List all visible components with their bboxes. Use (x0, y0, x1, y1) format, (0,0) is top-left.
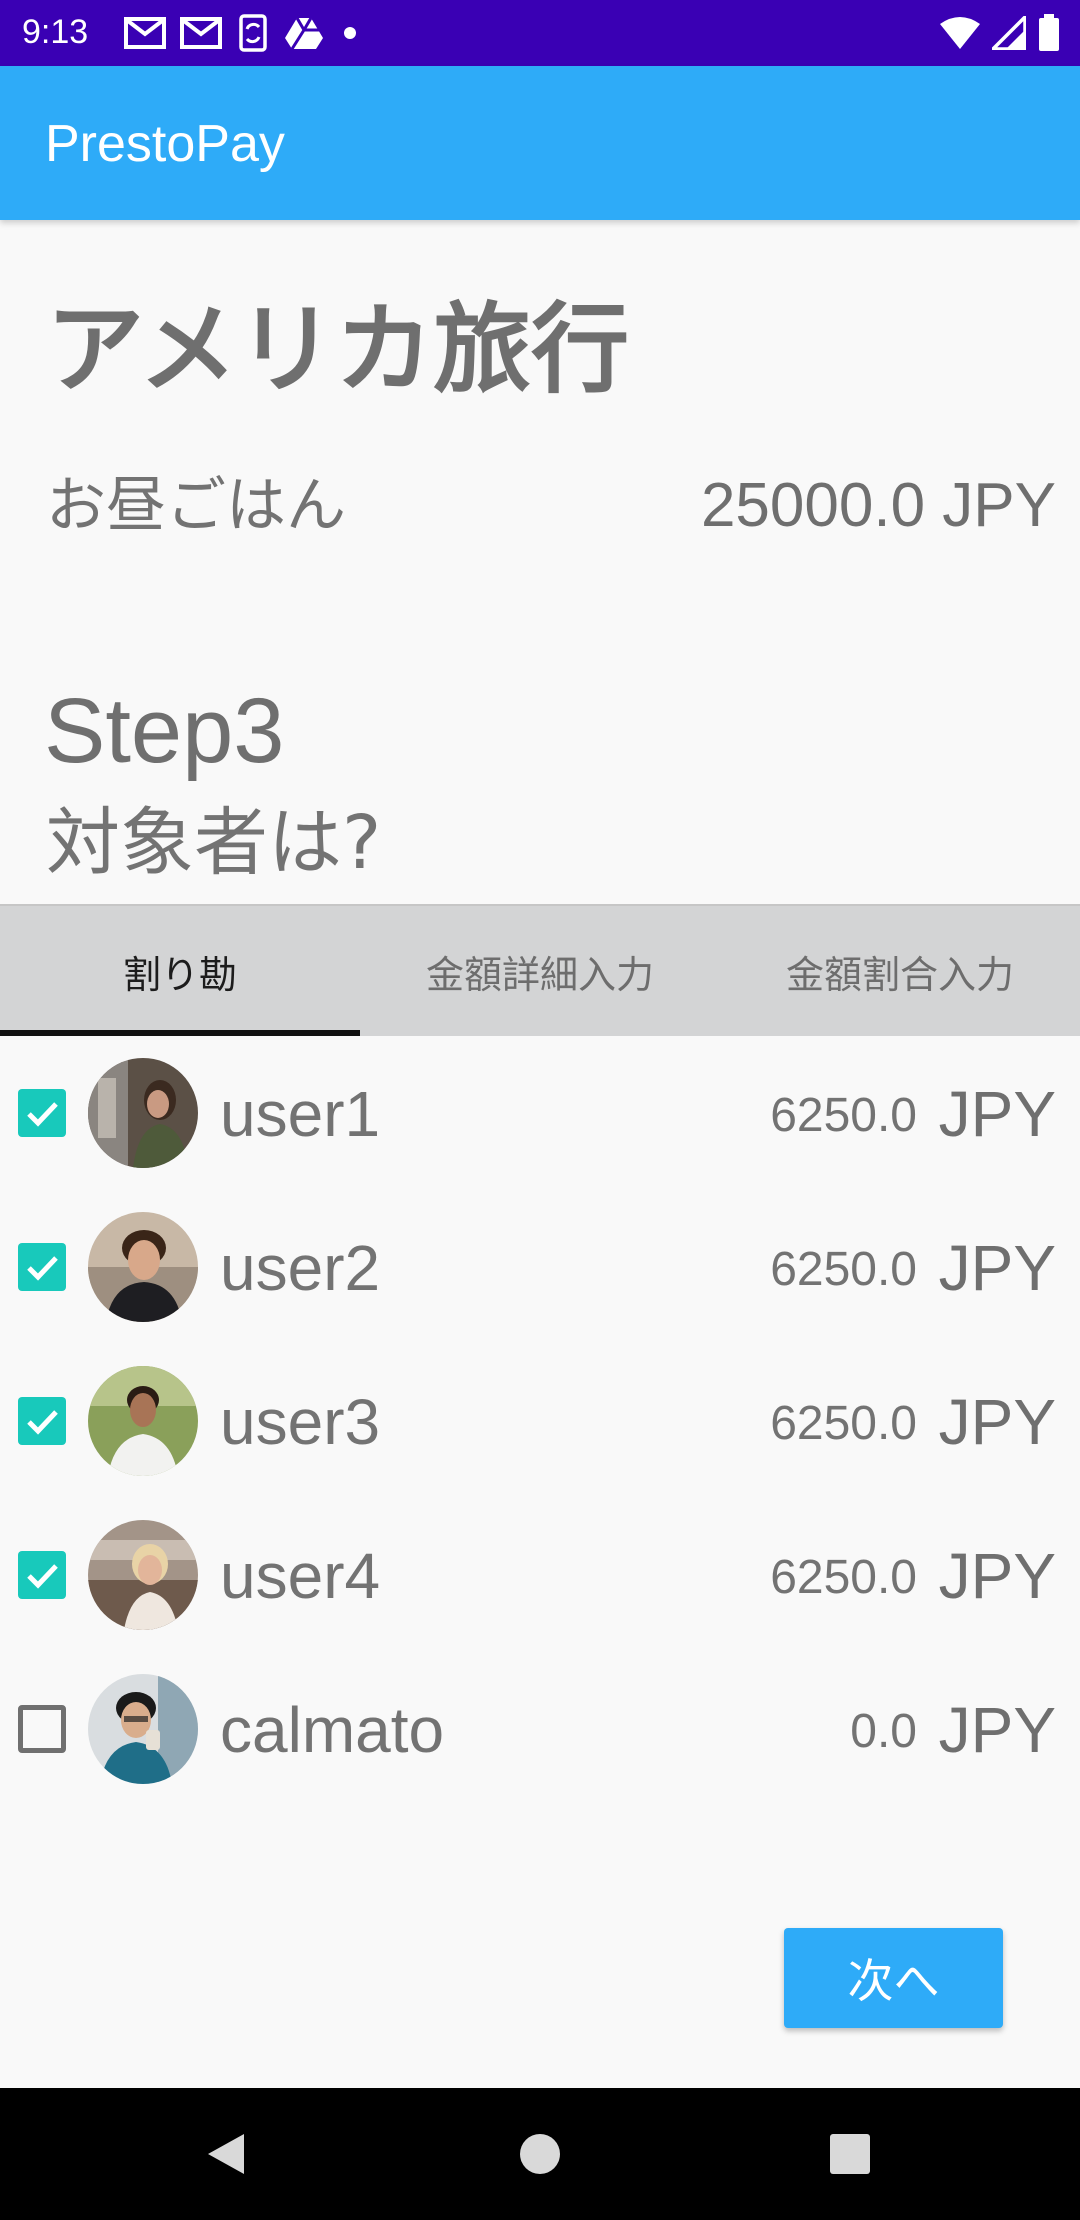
participant-name: user2 (220, 1232, 381, 1304)
home-button[interactable] (474, 2088, 606, 2220)
wifi-icon (940, 17, 980, 49)
status-time: 9:13 (22, 13, 89, 51)
participant-amount: 6250.0 (770, 1551, 917, 1604)
status-bar: 9:13 (0, 0, 1080, 66)
split-mode-tabs: 割り勘 金額詳細入力 金額割合入力 (0, 904, 1080, 1036)
participant-amount: 6250.0 (770, 1089, 917, 1142)
trip-title: アメリカ旅行 (46, 293, 630, 407)
participant-row: user1 6250.0 JPY (0, 1036, 1080, 1190)
tab-equal-split[interactable]: 割り勘 (0, 906, 360, 1036)
check-icon (27, 1410, 58, 1435)
avatar (88, 1212, 198, 1322)
tab-amount-detail[interactable]: 金額詳細入力 (360, 906, 720, 1036)
participant-list: user1 6250.0 JPY user2 6250.0 JPY user3 … (0, 1036, 1080, 1806)
participant-currency: JPY (938, 1386, 1056, 1458)
participant-row: user4 6250.0 JPY (0, 1498, 1080, 1652)
participant-currency: JPY (938, 1540, 1056, 1612)
sync-icon (239, 14, 267, 52)
participant-checkbox[interactable] (18, 1243, 66, 1291)
app-title: PrestoPay (45, 115, 285, 173)
participant-amount: 6250.0 (770, 1243, 917, 1296)
step-label: Step3 (44, 680, 285, 782)
expense-name: お昼ごはん (46, 471, 346, 541)
participant-row: user3 6250.0 JPY (0, 1344, 1080, 1498)
recents-icon (830, 2134, 870, 2174)
back-button[interactable] (160, 2088, 292, 2220)
participant-name: calmato (220, 1694, 445, 1766)
participant-currency: JPY (938, 1694, 1056, 1766)
participant-currency: JPY (938, 1078, 1056, 1150)
next-button[interactable]: 次へ (784, 1928, 1003, 2028)
step-question: 対象者は? (46, 800, 382, 886)
participant-name: user1 (220, 1078, 381, 1150)
participant-checkbox[interactable] (18, 1397, 66, 1445)
expense-amount: 25000.0 JPY (700, 471, 1056, 540)
participant-checkbox[interactable] (18, 1705, 66, 1753)
battery-icon (1039, 14, 1059, 51)
gmail-icon (124, 17, 166, 49)
screen: 9:13 PrestoPay アメリカ旅行 お昼ごはん 25000.0 JPY … (0, 0, 1080, 2220)
notification-icons (124, 13, 362, 53)
check-icon (27, 1564, 58, 1589)
participant-currency: JPY (938, 1232, 1056, 1304)
participant-row: calmato 0.0 JPY (0, 1652, 1080, 1806)
participant-amount: 6250.0 (770, 1397, 917, 1450)
home-icon (520, 2134, 560, 2174)
dot-icon (344, 27, 356, 39)
tab-amount-ratio[interactable]: 金額割合入力 (720, 906, 1080, 1036)
avatar (88, 1520, 198, 1630)
avatar (88, 1366, 198, 1476)
app-bar: PrestoPay (0, 66, 1080, 220)
recents-button[interactable] (784, 2088, 916, 2220)
participant-checkbox[interactable] (18, 1551, 66, 1599)
navigation-bar (0, 2088, 1080, 2220)
check-icon (27, 1256, 58, 1281)
gmail-icon (180, 17, 222, 49)
avatar (88, 1674, 198, 1784)
drive-icon (285, 17, 323, 50)
participant-name: user4 (220, 1540, 381, 1612)
check-icon (27, 1102, 58, 1127)
avatar (88, 1058, 198, 1168)
participant-checkbox[interactable] (18, 1089, 66, 1137)
participant-amount: 0.0 (850, 1705, 917, 1758)
participant-name: user3 (220, 1386, 381, 1458)
participant-row: user2 6250.0 JPY (0, 1190, 1080, 1344)
signal-icon (992, 16, 1026, 50)
back-icon (208, 2134, 244, 2174)
system-icons (940, 12, 1060, 54)
